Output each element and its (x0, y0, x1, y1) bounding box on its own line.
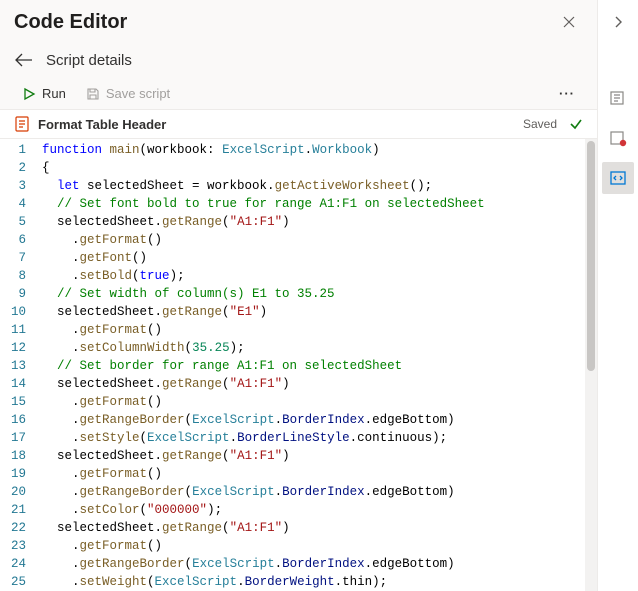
line-number: 23 (0, 537, 26, 555)
line-number: 5 (0, 213, 26, 231)
vertical-scrollbar[interactable] (585, 139, 597, 591)
line-number: 25 (0, 573, 26, 591)
breadcrumb: Script details (0, 42, 597, 78)
line-number: 2 (0, 159, 26, 177)
code-line[interactable]: .getFormat() (42, 321, 597, 339)
scrollbar-thumb[interactable] (587, 141, 595, 371)
side-rail (598, 0, 638, 591)
line-number: 20 (0, 483, 26, 501)
code-line[interactable]: .setStyle(ExcelScript.BorderLineStyle.co… (42, 429, 597, 447)
saved-status: Saved (523, 117, 557, 131)
code-line[interactable]: .getRangeBorder(ExcelScript.BorderIndex.… (42, 555, 597, 573)
line-number: 24 (0, 555, 26, 573)
code-line[interactable]: .setWeight(ExcelScript.BorderWeight.thin… (42, 573, 597, 591)
script-file-icon (14, 116, 30, 132)
code-editor[interactable]: 1234567891011121314151617181920212223242… (0, 139, 597, 591)
save-icon (86, 87, 100, 101)
expand-button[interactable] (602, 6, 634, 38)
line-number: 1 (0, 141, 26, 159)
code-line[interactable]: let selectedSheet = workbook.getActiveWo… (42, 177, 597, 195)
line-number: 7 (0, 249, 26, 267)
line-number: 17 (0, 429, 26, 447)
check-icon (569, 117, 583, 131)
code-line[interactable]: selectedSheet.getRange("A1:F1") (42, 519, 597, 537)
line-number: 8 (0, 267, 26, 285)
script-name: Format Table Header (38, 117, 515, 132)
code-line[interactable]: .getFormat() (42, 393, 597, 411)
breadcrumb-text: Script details (46, 52, 132, 69)
line-number: 12 (0, 339, 26, 357)
code-line[interactable]: .getFormat() (42, 537, 597, 555)
script-title-row: Format Table Header Saved (0, 109, 597, 139)
header-row: Code Editor (0, 0, 597, 42)
line-number: 3 (0, 177, 26, 195)
line-number: 14 (0, 375, 26, 393)
code-line[interactable]: .setBold(true); (42, 267, 597, 285)
code-line[interactable]: function main(workbook: ExcelScript.Work… (42, 141, 597, 159)
line-number: 13 (0, 357, 26, 375)
line-number: 9 (0, 285, 26, 303)
line-number: 11 (0, 321, 26, 339)
close-icon (563, 16, 575, 28)
code-line[interactable]: selectedSheet.getRange("E1") (42, 303, 597, 321)
side-rail-record-button[interactable] (602, 122, 634, 154)
code-line[interactable]: // Set width of column(s) E1 to 35.25 (42, 285, 597, 303)
run-button[interactable]: Run (14, 82, 74, 105)
code-line[interactable]: // Set border for range A1:F1 on selecte… (42, 357, 597, 375)
play-icon (22, 87, 36, 101)
scripts-list-icon (609, 89, 627, 107)
chevron-right-icon (613, 15, 623, 29)
side-rail-editor-button[interactable] (602, 162, 634, 194)
side-rail-scripts-button[interactable] (602, 82, 634, 114)
line-number: 15 (0, 393, 26, 411)
code-line[interactable]: .getFont() (42, 249, 597, 267)
code-line[interactable]: { (42, 159, 597, 177)
code-line[interactable]: .getFormat() (42, 465, 597, 483)
code-line[interactable]: .getRangeBorder(ExcelScript.BorderIndex.… (42, 411, 597, 429)
line-number: 18 (0, 447, 26, 465)
record-icon (609, 129, 627, 147)
line-number: 16 (0, 411, 26, 429)
line-number: 21 (0, 501, 26, 519)
line-number: 19 (0, 465, 26, 483)
save-label: Save script (106, 86, 170, 101)
toolbar: Run Save script ··· (0, 78, 597, 109)
run-label: Run (42, 86, 66, 101)
line-number: 6 (0, 231, 26, 249)
page-title: Code Editor (14, 11, 555, 34)
save-script-button: Save script (78, 82, 178, 105)
arrow-left-icon (15, 53, 33, 67)
line-number: 4 (0, 195, 26, 213)
line-number: 22 (0, 519, 26, 537)
code-line[interactable]: .setColumnWidth(35.25); (42, 339, 597, 357)
ellipsis-icon: ··· (559, 86, 575, 101)
code-line[interactable]: .setColor("000000"); (42, 501, 597, 519)
code-line[interactable]: selectedSheet.getRange("A1:F1") (42, 213, 597, 231)
code-line[interactable]: selectedSheet.getRange("A1:F1") (42, 447, 597, 465)
line-number: 10 (0, 303, 26, 321)
code-line[interactable]: // Set font bold to true for range A1:F1… (42, 195, 597, 213)
code-editor-icon (609, 169, 627, 187)
code-area[interactable]: function main(workbook: ExcelScript.Work… (34, 139, 597, 591)
code-line[interactable]: .getFormat() (42, 231, 597, 249)
main-pane: Code Editor Script details Run Save scri… (0, 0, 598, 591)
code-line[interactable]: selectedSheet.getRange("A1:F1") (42, 375, 597, 393)
code-line[interactable]: .getRangeBorder(ExcelScript.BorderIndex.… (42, 483, 597, 501)
close-button[interactable] (555, 8, 583, 36)
more-options-button[interactable]: ··· (551, 82, 583, 105)
line-gutter: 1234567891011121314151617181920212223242… (0, 139, 34, 591)
back-button[interactable] (14, 50, 34, 70)
